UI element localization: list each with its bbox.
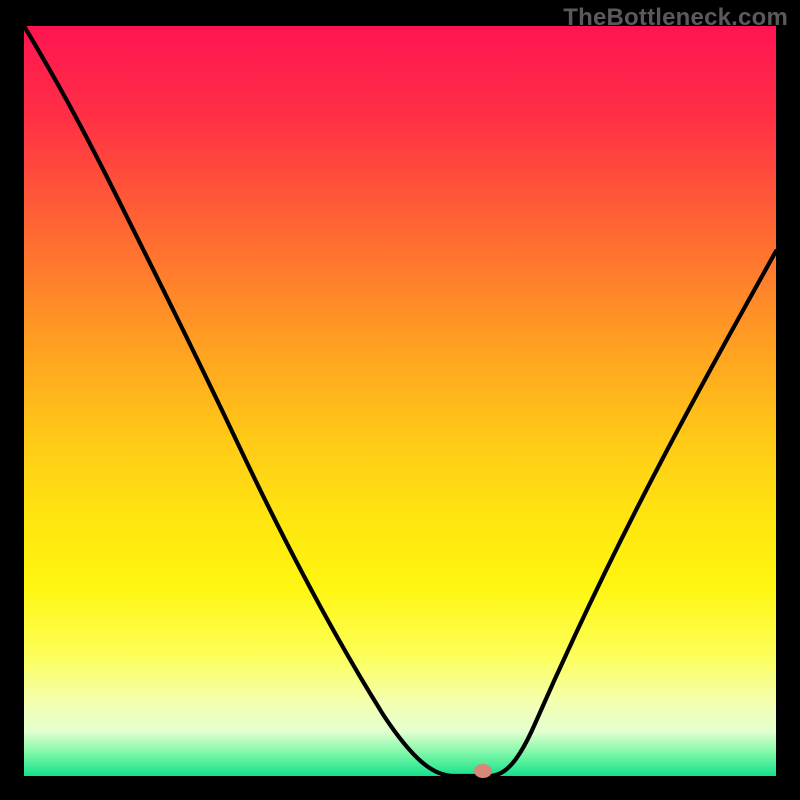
bottleneck-curve	[24, 26, 776, 776]
plot-area	[24, 26, 776, 776]
curve-svg	[24, 26, 776, 776]
chart-frame: TheBottleneck.com	[0, 0, 800, 800]
optimum-marker	[474, 764, 492, 778]
